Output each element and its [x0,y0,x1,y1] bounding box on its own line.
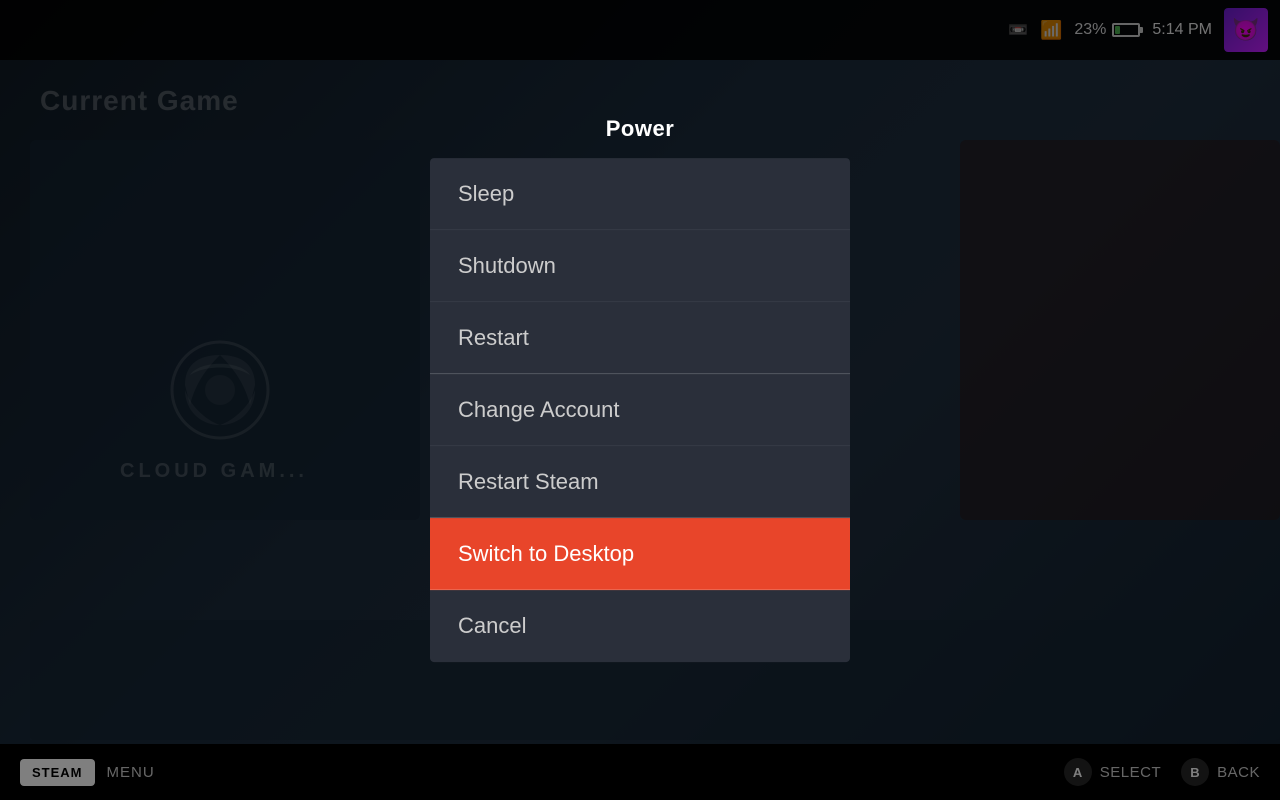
menu-list: Sleep Shutdown Restart Change Account Re… [430,158,850,662]
menu-item-shutdown[interactable]: Shutdown [430,230,850,302]
menu-item-restart[interactable]: Restart [430,302,850,374]
menu-item-sleep[interactable]: Sleep [430,158,850,230]
power-modal: Power Sleep Shutdown Restart Change Acco… [430,116,850,662]
menu-item-cancel[interactable]: Cancel [430,590,850,662]
menu-item-switch-to-desktop[interactable]: Switch to Desktop [430,518,850,590]
menu-item-restart-steam[interactable]: Restart Steam [430,446,850,518]
menu-item-change-account[interactable]: Change Account [430,374,850,446]
modal-title: Power [430,116,850,142]
